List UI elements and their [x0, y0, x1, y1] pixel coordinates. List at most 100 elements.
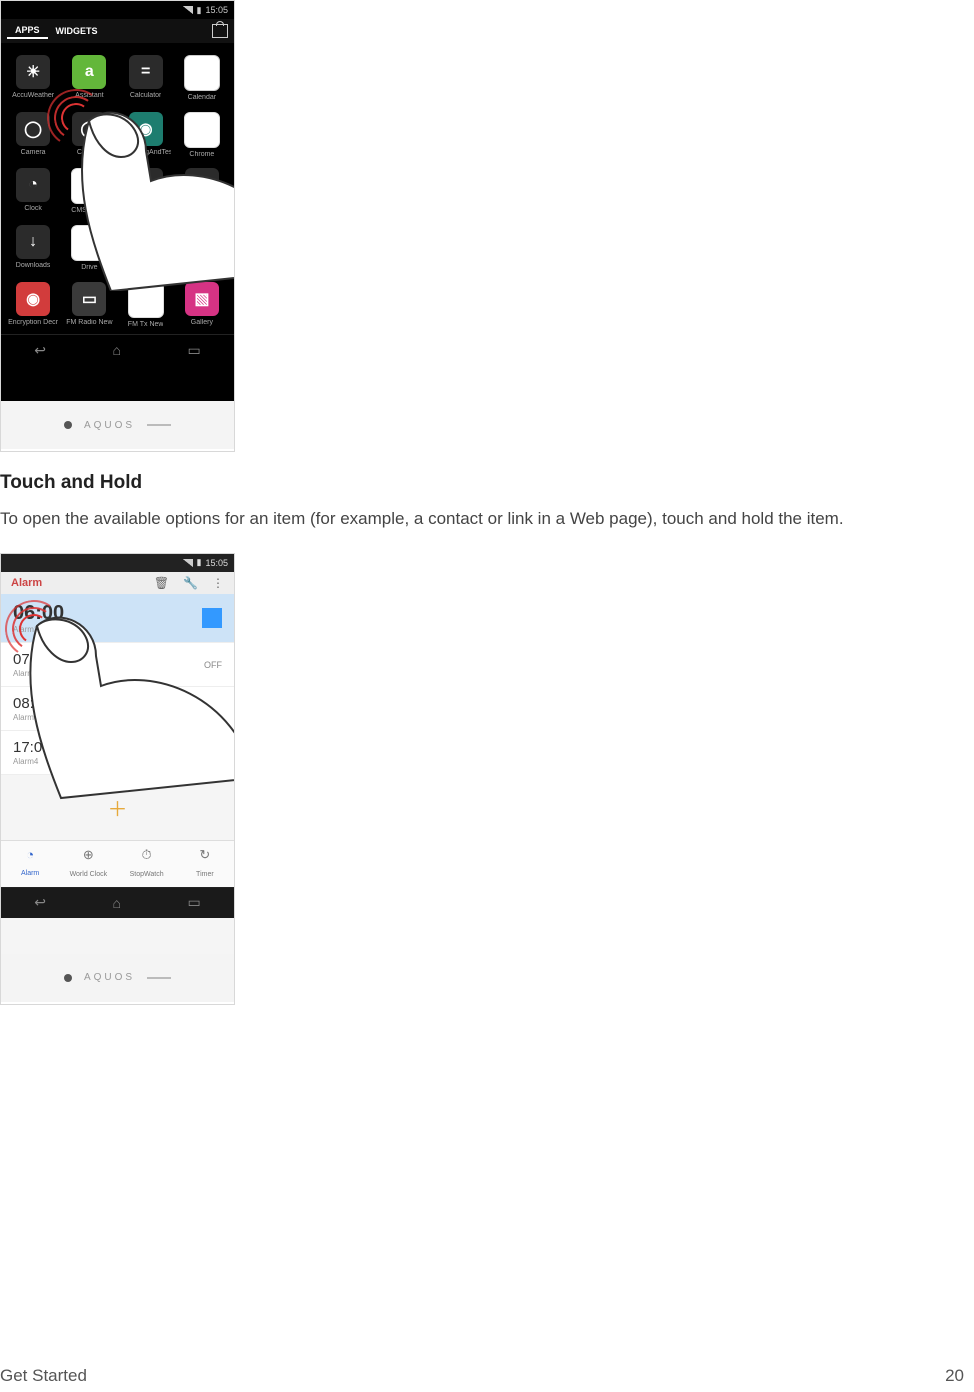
phone2-bezel: AQUOS: [1, 954, 234, 1002]
alarm-time: 07:00: [13, 651, 51, 668]
tab-world-clock[interactable]: ⊕World Clock: [59, 841, 117, 887]
app-icon: ◈: [128, 282, 164, 318]
app-icon: a: [72, 55, 106, 89]
app-label: Camera: [21, 149, 46, 157]
tab-label: Timer: [196, 871, 214, 878]
app-label: Drive: [81, 264, 97, 272]
page-footer: Get Started 20: [0, 1366, 964, 1386]
app-icon: =: [129, 55, 163, 89]
tab-label: World Clock: [70, 871, 108, 878]
app-fm-tx-new[interactable]: ◈ FM Tx New: [120, 282, 172, 329]
wrench-icon[interactable]: 🔧: [183, 576, 198, 590]
phone-brand-2: AQUOS: [84, 972, 135, 983]
app-calculator[interactable]: = Calculator: [120, 55, 172, 102]
app-label: Downloads: [16, 262, 51, 270]
app-camera[interactable]: ◯Camera: [7, 112, 59, 159]
app-label: FM Radio New: [66, 319, 112, 327]
app-encryption-decryptor[interactable]: ◉ Encryption Decryptor: [7, 282, 59, 329]
tab-timer[interactable]: ↻Timer: [176, 841, 234, 887]
alarm-header: Alarm 🗑 🔧 ⋮: [1, 572, 234, 594]
app-calendar[interactable]: 31Calendar: [176, 55, 228, 102]
app-item-11[interactable]: [176, 168, 228, 215]
app-icon: ✉: [129, 225, 163, 259]
status-time: 15:05: [205, 5, 228, 15]
nav-bar: ↩ ⌂ ▭: [1, 334, 234, 365]
app-label: Assistant: [75, 92, 103, 100]
alarm-title: Alarm: [11, 577, 42, 589]
nav-recent-icon[interactable]: ▭: [187, 342, 200, 359]
alarm-sub: Alarm1: [13, 625, 64, 634]
alarm-icon: ◔: [1, 847, 59, 862]
signal-icon: [183, 559, 193, 567]
app-label: Chrome: [189, 151, 214, 159]
app-label: Calculator: [130, 92, 162, 100]
app-camera[interactable]: ◯Camera: [63, 112, 115, 159]
app-label: AccuWeather: [12, 92, 54, 100]
app-label: FM Tx New: [128, 321, 164, 329]
status-time-2: 15:05: [205, 558, 228, 568]
app-icon: ◯: [72, 112, 106, 146]
heading-touch-and-hold: Touch and Hold: [0, 472, 974, 494]
alarm-sub: Alarm2: [13, 669, 51, 678]
app-icon: Q: [71, 168, 107, 204]
tab-label: StopWatch: [130, 871, 164, 878]
alarm-row[interactable]: 07:00Alarm2 OFF: [1, 643, 234, 687]
app-fm-radio-new[interactable]: ▭ FM Radio New: [63, 282, 115, 329]
app-icon: ▭: [72, 282, 106, 316]
app-icon: ◐: [184, 112, 220, 148]
trash-icon[interactable]: 🗑: [154, 576, 169, 590]
paragraph-touch-and-hold: To open the available options for an ite…: [0, 508, 960, 531]
tab-alarm[interactable]: ◔ Alarm: [1, 841, 59, 887]
app-icon: ▲: [71, 225, 107, 261]
stopwatch-icon: ⏱: [118, 847, 176, 863]
app-drive[interactable]: ▲ Drive: [63, 225, 115, 272]
add-alarm-button[interactable]: ＋: [1, 775, 234, 840]
alarm-row[interactable]: 08:00Alarm3: [1, 687, 234, 731]
nav-recent-icon[interactable]: ▭: [187, 894, 200, 911]
app-label: Embedded App: [178, 262, 226, 270]
app-cmsettings[interactable]: QCMSettings: [63, 168, 115, 215]
app-clock[interactable]: ◔Clock: [7, 168, 59, 215]
figure-touch-and-hold-alarm: ▮ 15:05 Alarm 🗑 🔧 ⋮ 06:00Alarm107:00Alar…: [0, 553, 235, 1005]
status-bar-2: ▮ 15:05: [1, 554, 234, 572]
app-label: Encryption Decryptor: [8, 319, 58, 327]
tab-label: Alarm: [21, 870, 39, 877]
app-email[interactable]: ✉ Email: [120, 225, 172, 272]
app-icon: ▦: [185, 225, 219, 259]
app-accuweather[interactable]: ☀AccuWeather: [7, 55, 59, 102]
nav-back-icon[interactable]: ↩: [34, 342, 46, 359]
alarm-toggle[interactable]: OFF: [204, 660, 222, 670]
app-label: Email: [137, 262, 155, 270]
overflow-icon[interactable]: ⋮: [212, 576, 224, 590]
app-item-10[interactable]: [120, 168, 172, 215]
alarm-sub: Alarm3: [13, 713, 51, 722]
tab-widgets[interactable]: WIDGETS: [48, 24, 106, 38]
tab-apps[interactable]: APPS: [7, 23, 48, 39]
nav-home-icon[interactable]: ⌂: [113, 895, 121, 911]
alarm-row[interactable]: 17:00Alarm4: [1, 731, 234, 775]
app-chargingandtest[interactable]: ◉ChargingAndTest: [120, 112, 172, 159]
phone-brand: AQUOS: [84, 420, 135, 431]
shop-icon[interactable]: [212, 24, 228, 38]
app-embedded-app[interactable]: ▦ Embedded App: [176, 225, 228, 272]
bezel-line: [147, 424, 171, 426]
phone1-bezel: AQUOS: [1, 401, 234, 449]
tab-stopwatch[interactable]: ⏱ StopWatch: [118, 841, 176, 887]
alarm-checkbox[interactable]: [202, 608, 222, 628]
phone2-screen: ▮ 15:05 Alarm 🗑 🔧 ⋮ 06:00Alarm107:00Alar…: [1, 554, 234, 954]
app-icon: ◉: [16, 282, 50, 316]
nav-back-icon[interactable]: ↩: [34, 894, 46, 911]
app-chrome[interactable]: ◐ Chrome: [176, 112, 228, 159]
nav-home-icon[interactable]: ⌂: [113, 342, 121, 358]
app-downloads[interactable]: ↓Downloads: [7, 225, 59, 272]
alarm-row[interactable]: 06:00Alarm1: [1, 594, 234, 643]
alarm-time: 06:00: [13, 602, 64, 624]
app-icon: ◉: [129, 112, 163, 146]
bezel-dot: [64, 421, 72, 429]
alarm-time: 17:00: [13, 739, 51, 756]
app-assistant[interactable]: a Assistant: [63, 55, 115, 102]
battery-icon: ▮: [197, 5, 202, 16]
app-gallery[interactable]: ▧Gallery: [176, 282, 228, 329]
app-icon: ◔: [16, 168, 50, 202]
phone1-screen: ▮ 15:05 APPS WIDGETS ☀AccuWeather a Assist…: [1, 1, 234, 401]
